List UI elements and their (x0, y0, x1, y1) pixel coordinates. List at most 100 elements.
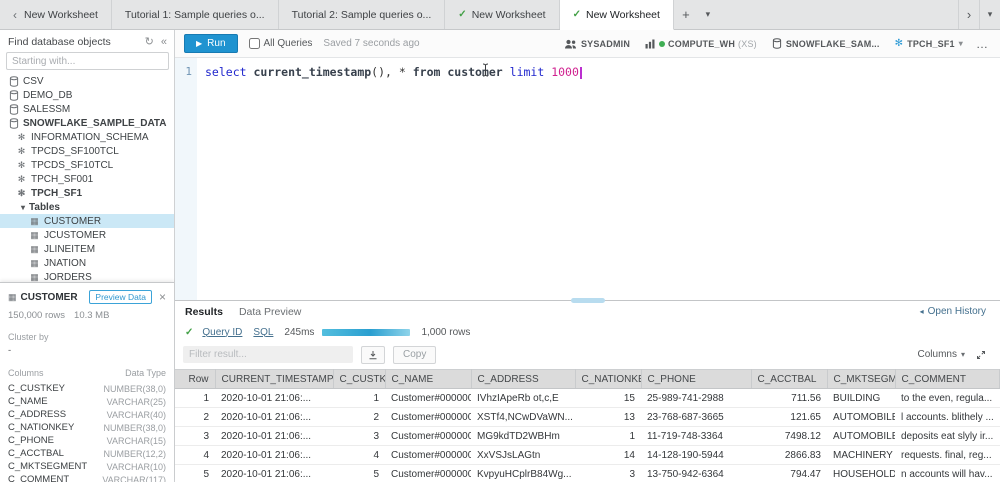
tree-item-table[interactable]: ▦ JNATION (0, 256, 174, 270)
tree-item-schema[interactable]: ✻ INFORMATION_SCHEMA (0, 130, 174, 144)
database-selector[interactable]: SNOWFLAKE_SAM... (772, 38, 880, 49)
tree-item-database[interactable]: SALESSM (0, 102, 174, 116)
text-cursor-pointer (481, 63, 490, 77)
success-check-icon: ✓ (185, 326, 194, 338)
tab-data-preview[interactable]: Data Preview (239, 306, 301, 318)
column-row: C_COMMENT VARCHAR(117) (8, 473, 166, 482)
sidebar-title: Find database objects (8, 35, 111, 48)
run-button-label: Run (207, 38, 226, 49)
table-row[interactable]: 22020-10-01 21:06:...2Customer#000000...… (175, 407, 1000, 427)
tree-item-label: TPCH_SF001 (31, 173, 94, 185)
tree-item-label: TPCDS_SF100TCL (31, 145, 119, 157)
tree-item-label: TPCH_SF1 (31, 187, 83, 199)
tree-item-schema-expanded[interactable]: ✻ TPCH_SF1 (0, 186, 174, 200)
close-icon[interactable]: × (159, 291, 166, 303)
column-header[interactable]: CURRENT_TIMESTAMP (215, 369, 334, 389)
tree-item-table[interactable]: ▦ JLINEITEM (0, 242, 174, 256)
expand-results-button[interactable] (976, 350, 986, 360)
run-button[interactable]: ▶ Run (184, 34, 238, 53)
column-name: C_NAME (8, 396, 48, 407)
columns-menu-button[interactable]: Columns ▾ (918, 349, 965, 360)
tree-item-label: CUSTOMER (44, 215, 102, 227)
tab-new-worksheet-active[interactable]: ✓ New Worksheet (559, 0, 674, 30)
column-type: NUMBER(12,2) (103, 448, 166, 459)
tab-results[interactable]: Results (185, 306, 223, 318)
tree-item-label: Tables (29, 201, 60, 213)
tab-new-worksheet-1[interactable]: ‹ New Worksheet (0, 0, 112, 29)
schema-selector[interactable]: ✻ TPCH_SF1 ▾ (895, 38, 963, 49)
table-cell: 13 (575, 407, 641, 427)
copy-button[interactable]: Copy (393, 345, 437, 364)
columns-menu-label: Columns (917, 349, 957, 360)
query-id-link[interactable]: Query ID (202, 327, 242, 338)
all-queries-toggle[interactable]: All Queries (248, 38, 312, 49)
sql-editor[interactable]: 1 select current_timestamp(), * from cus… (175, 57, 1000, 303)
tab-list-button[interactable]: ▾ (979, 0, 1000, 29)
table-row[interactable]: 42020-10-01 21:06:...4Customer#000000...… (175, 445, 1000, 465)
table-row[interactable]: 32020-10-01 21:06:...3Customer#000000...… (175, 426, 1000, 446)
save-status: Saved 7 seconds ago (323, 38, 420, 49)
column-header[interactable]: C_NATIONKEY (575, 369, 642, 389)
table-icon: ▦ (8, 291, 17, 302)
tree-item-database-expanded[interactable]: SNOWFLAKE_SAMPLE_DATA (0, 116, 174, 130)
open-history-button[interactable]: ◂ Open History (920, 306, 986, 317)
chevron-down-icon: ▾ (958, 39, 963, 48)
table-cell: 7498.12 (751, 426, 827, 446)
refresh-icon[interactable]: ↻ (145, 35, 154, 48)
warehouse-selector[interactable]: COMPUTE_WH (XS) (645, 39, 757, 49)
tree-item-table-customer[interactable]: ▦ CUSTOMER (0, 214, 174, 228)
worksheet-tab-bar: ‹ New Worksheet Tutorial 1: Sample queri… (0, 0, 1000, 30)
column-type: VARCHAR(40) (106, 409, 166, 420)
results-tab-bar: Results Data Preview ◂ Open History (175, 301, 1000, 322)
sql-link[interactable]: SQL (253, 327, 273, 338)
table-cell: HOUSEHOLD (827, 464, 895, 482)
column-header[interactable]: C_ACCTBAL (751, 369, 828, 389)
object-search-input[interactable] (6, 52, 169, 70)
tree-item-database[interactable]: CSV (0, 74, 174, 88)
tree-item-schema[interactable]: ✻ TPCH_SF001 (0, 172, 174, 186)
column-header[interactable]: C_MKTSEGMENT (827, 369, 896, 389)
column-row: C_CUSTKEY NUMBER(38,0) (8, 382, 166, 395)
editor-code-line[interactable]: select current_timestamp(), * from custo… (197, 58, 1000, 300)
role-selector[interactable]: SYSADMIN (564, 39, 630, 49)
collapse-sidebar-icon[interactable]: « (161, 36, 167, 48)
column-header[interactable]: C_ADDRESS (471, 369, 576, 389)
tree-item-table[interactable]: ▦ JCUSTOMER (0, 228, 174, 242)
table-cell: 23-768-687-3665 (641, 407, 751, 427)
preview-data-button[interactable]: Preview Data (89, 290, 152, 304)
database-icon (772, 38, 782, 49)
tree-item-schema[interactable]: ✻ TPCDS_SF10TCL (0, 158, 174, 172)
chevron-down-icon: ▾ (960, 350, 965, 359)
panel-resize-handle[interactable] (570, 298, 605, 303)
table-row[interactable]: 52020-10-01 21:06:...5Customer#000000...… (175, 464, 1000, 482)
tree-item-table[interactable]: ▦ JORDERS (0, 270, 174, 283)
column-header[interactable]: C_NAME (385, 369, 472, 389)
warehouse-status-dot (659, 40, 666, 47)
tab-scroll-right-button[interactable]: › (958, 0, 979, 29)
tree-item-tables-folder[interactable]: ▾ Tables (0, 200, 174, 214)
table-cell: 2020-10-01 21:06:... (215, 407, 333, 427)
column-type: VARCHAR(25) (106, 396, 166, 407)
table-row[interactable]: 12020-10-01 21:06:...1Customer#000000...… (175, 388, 1000, 408)
worksheet-menu-caret[interactable]: ▾ (698, 0, 718, 29)
tree-item-database[interactable]: DEMO_DB (0, 88, 174, 102)
column-header[interactable]: Row (175, 369, 216, 389)
filter-results-input[interactable] (183, 346, 353, 363)
add-worksheet-button[interactable]: + (674, 0, 698, 29)
column-header[interactable]: C_COMMENT (895, 369, 1000, 389)
database-icon (8, 104, 19, 115)
all-queries-checkbox[interactable] (248, 38, 260, 49)
sql-identifier: customer (447, 65, 510, 79)
more-options-button[interactable]: … (976, 37, 989, 51)
tab-tutorial-1[interactable]: Tutorial 1: Sample queries o... (112, 0, 279, 29)
tab-new-worksheet-2[interactable]: ✓ New Worksheet (445, 0, 560, 29)
tree-item-schema[interactable]: ✻ TPCDS_SF100TCL (0, 144, 174, 158)
column-header[interactable]: C_CUSTKEY (333, 369, 386, 389)
column-header[interactable]: C_PHONE (641, 369, 752, 389)
cluster-by-value: - (8, 345, 12, 356)
sql-keyword: select (205, 65, 254, 79)
table-cell: 2020-10-01 21:06:... (215, 445, 333, 465)
tab-tutorial-2[interactable]: Tutorial 2: Sample queries o... (279, 0, 446, 29)
column-name: C_MKTSEGMENT (8, 461, 88, 472)
download-results-button[interactable] (361, 345, 385, 364)
